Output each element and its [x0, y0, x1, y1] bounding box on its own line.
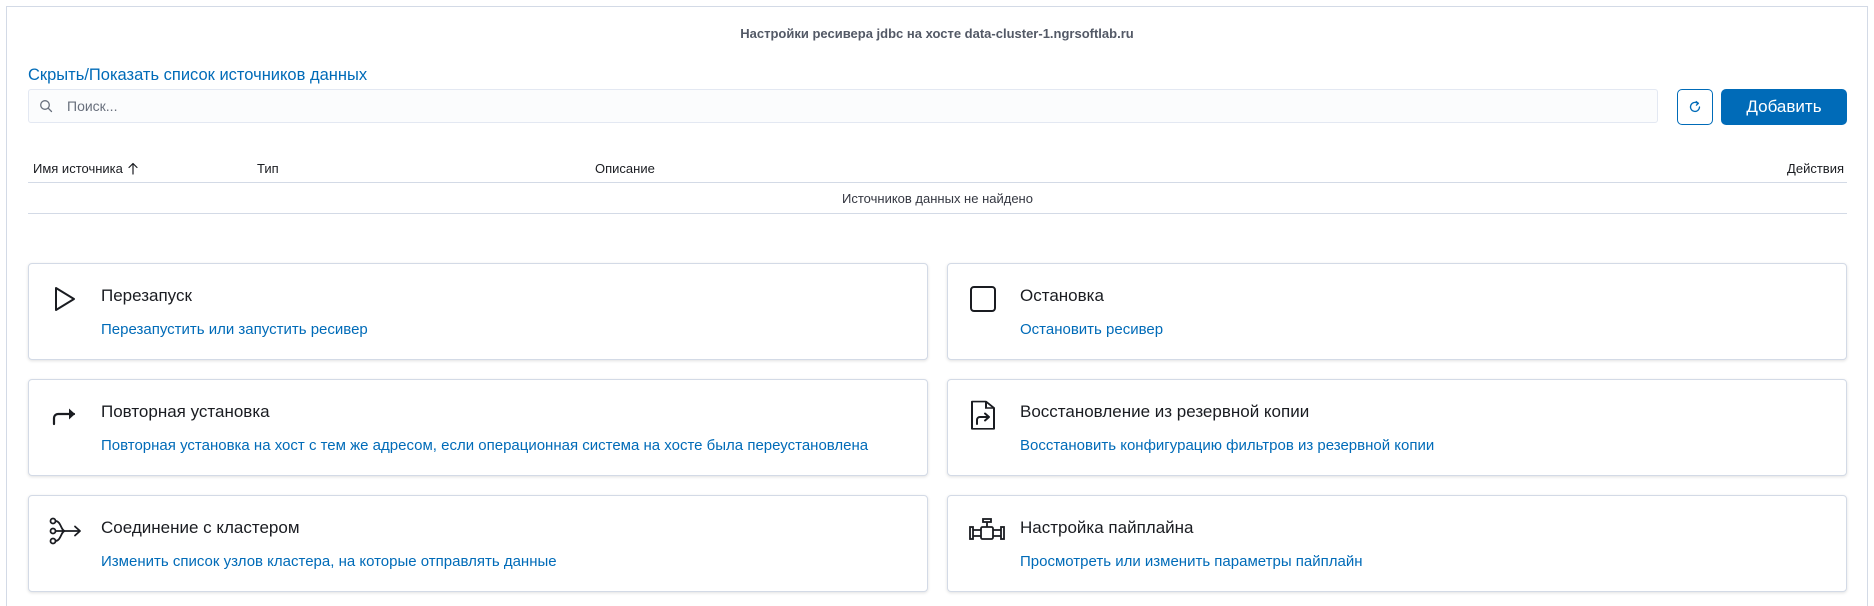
pipeline-settings-card[interactable]: Настройка пайплайна Просмотреть или изме… — [947, 495, 1847, 592]
pipeline-icon — [969, 518, 1005, 540]
table-empty-message: Источников данных не найдено — [842, 191, 1033, 206]
card-description-link[interactable]: Изменить список узлов кластера, на котор… — [101, 553, 557, 570]
search-input[interactable] — [65, 90, 1657, 122]
toggle-datasources-link[interactable]: Скрыть/Показать список источников данных — [28, 66, 367, 85]
column-header-actions: Действия — [1787, 161, 1844, 176]
page-title: Настройки ресивера jdbc на хосте data-cl… — [740, 26, 1134, 41]
card-title: Соединение с кластером — [101, 518, 300, 537]
refresh-button[interactable] — [1677, 89, 1713, 125]
card-title: Повторная установка — [101, 402, 270, 421]
cluster-connection-card[interactable]: Соединение с кластером Изменить список у… — [28, 495, 928, 592]
table-header-divider — [28, 182, 1847, 183]
card-description-link[interactable]: Остановить ресивер — [1020, 321, 1163, 338]
table-bottom-divider — [28, 213, 1847, 214]
refresh-icon — [1689, 100, 1701, 113]
card-description-link[interactable]: Повторная установка на хост с тем же адр… — [101, 437, 868, 454]
card-title: Настройка пайплайна — [1020, 518, 1194, 537]
restore-backup-card[interactable]: Восстановление из резервной копии Восста… — [947, 379, 1847, 476]
stop-icon — [970, 286, 996, 312]
search-box[interactable] — [28, 89, 1658, 123]
card-description-link[interactable]: Просмотреть или изменить параметры пайпл… — [1020, 553, 1363, 570]
column-header-type[interactable]: Тип — [257, 161, 279, 176]
restart-card[interactable]: Перезапуск Перезапустить или запустить р… — [28, 263, 928, 360]
column-header-source-name[interactable]: Имя источника — [33, 161, 139, 176]
card-description-link[interactable]: Восстановить конфигурацию фильтров из ре… — [1020, 437, 1434, 454]
stop-card[interactable]: Остановка Остановить ресивер — [947, 263, 1847, 360]
search-icon — [40, 100, 53, 113]
reinstall-card[interactable]: Повторная установка Повторная установка … — [28, 379, 928, 476]
column-header-description[interactable]: Описание — [595, 161, 655, 176]
card-title: Восстановление из резервной копии — [1020, 402, 1310, 421]
column-header-label: Имя источника — [33, 161, 123, 176]
play-icon — [55, 287, 75, 311]
add-button[interactable]: Добавить — [1721, 89, 1847, 125]
cluster-connection-icon — [49, 517, 81, 545]
card-title: Остановка — [1020, 286, 1104, 305]
card-description-link[interactable]: Перезапустить или запустить ресивер — [101, 321, 368, 338]
file-import-icon — [971, 400, 995, 430]
card-title: Перезапуск — [101, 286, 192, 305]
sort-ascending-icon — [128, 162, 138, 175]
redo-arrow-icon — [52, 408, 76, 426]
